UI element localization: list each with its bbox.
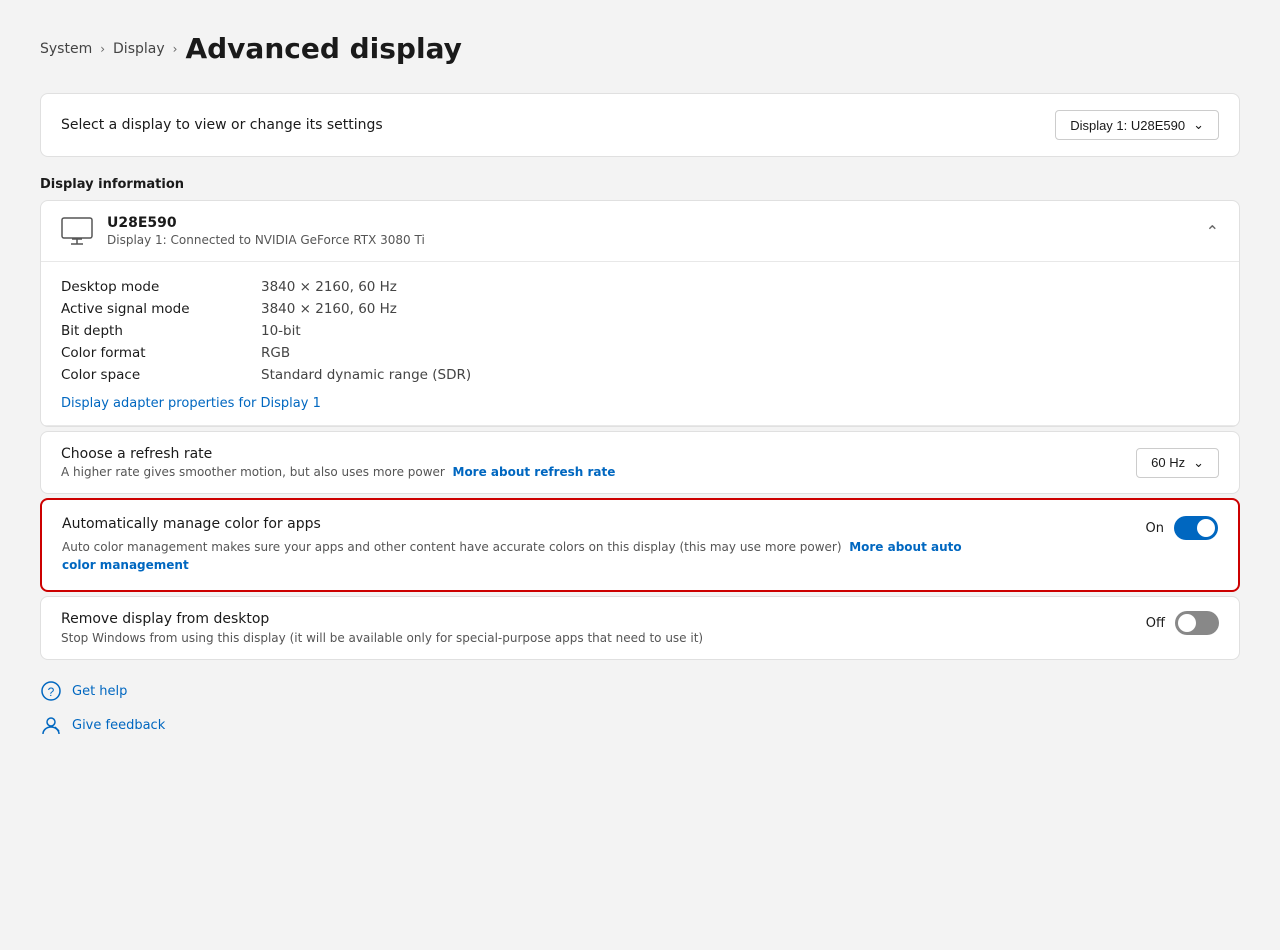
refresh-rate-title: Choose a refresh rate: [61, 446, 615, 462]
detail-row-color-format: Color format RGB: [61, 342, 1219, 364]
breadcrumb: System › Display › Advanced display: [40, 32, 1240, 65]
remove-display-left: Remove display from desktop Stop Windows…: [61, 611, 703, 645]
display-header: U28E590 Display 1: Connected to NVIDIA G…: [41, 201, 1239, 262]
breadcrumb-chevron2: ›: [173, 42, 178, 56]
color-management-card: Automatically manage color for apps Auto…: [40, 498, 1240, 592]
display-selector-card: Select a display to view or change its s…: [40, 93, 1240, 157]
color-management-desc: Auto color management makes sure your ap…: [62, 538, 962, 574]
detail-value-desktop-mode: 3840 × 2160, 60 Hz: [261, 279, 397, 295]
collapse-chevron-icon[interactable]: ⌃: [1206, 222, 1219, 241]
color-management-desc-text: Auto color management makes sure your ap…: [62, 540, 842, 554]
toggle-slider-off: [1175, 611, 1219, 635]
detail-row-bit-depth: Bit depth 10-bit: [61, 320, 1219, 342]
color-management-toggle-wrap: On: [1146, 516, 1218, 540]
display-selector-dropdown[interactable]: Display 1: U28E590 ⌄: [1055, 110, 1219, 140]
detail-row-signal-mode: Active signal mode 3840 × 2160, 60 Hz: [61, 298, 1219, 320]
refresh-rate-desc: A higher rate gives smoother motion, but…: [61, 465, 615, 479]
give-feedback-label: Give feedback: [72, 718, 165, 733]
display-subtitle: Display 1: Connected to NVIDIA GeForce R…: [107, 233, 425, 247]
detail-row-desktop-mode: Desktop mode 3840 × 2160, 60 Hz: [61, 276, 1219, 298]
get-help-label: Get help: [72, 684, 127, 699]
color-management-left: Automatically manage color for apps Auto…: [62, 516, 962, 574]
selector-label: Select a display to view or change its s…: [61, 117, 383, 133]
detail-value-color-space: Standard dynamic range (SDR): [261, 367, 471, 383]
detail-label-signal-mode: Active signal mode: [61, 301, 221, 317]
remove-display-toggle[interactable]: [1175, 611, 1219, 635]
display-name-group: U28E590 Display 1: Connected to NVIDIA G…: [107, 215, 425, 247]
detail-label-bit-depth: Bit depth: [61, 323, 221, 339]
detail-value-color-format: RGB: [261, 345, 290, 361]
color-management-toggle[interactable]: [1174, 516, 1218, 540]
monitor-icon: [61, 217, 93, 245]
footer-links: ? Get help Give feedback: [40, 680, 1240, 736]
display-info-card: U28E590 Display 1: Connected to NVIDIA G…: [40, 200, 1240, 427]
detail-value-signal-mode: 3840 × 2160, 60 Hz: [261, 301, 397, 317]
refresh-rate-link[interactable]: More about refresh rate: [453, 465, 616, 479]
page-title: Advanced display: [185, 32, 461, 65]
breadcrumb-display[interactable]: Display: [113, 41, 165, 57]
toggle-knob: [1197, 519, 1215, 537]
remove-display-desc: Stop Windows from using this display (it…: [61, 631, 703, 645]
detail-value-bit-depth: 10-bit: [261, 323, 301, 339]
remove-display-toggle-label: Off: [1146, 616, 1165, 631]
toggle-knob-off: [1178, 614, 1196, 632]
display-details: Desktop mode 3840 × 2160, 60 Hz Active s…: [41, 262, 1239, 426]
svg-text:?: ?: [48, 685, 55, 699]
adapter-properties-link[interactable]: Display adapter properties for Display 1: [61, 396, 321, 411]
refresh-rate-dropdown[interactable]: 60 Hz ⌄: [1136, 448, 1219, 478]
display-info-heading: Display information: [40, 177, 1240, 192]
give-feedback-link[interactable]: Give feedback: [40, 714, 1240, 736]
give-feedback-icon: [40, 714, 62, 736]
dropdown-chevron-icon: ⌄: [1193, 117, 1204, 133]
color-management-toggle-label: On: [1146, 521, 1164, 536]
refresh-rate-desc-text: A higher rate gives smoother motion, but…: [61, 465, 445, 479]
refresh-rate-value: 60 Hz: [1151, 455, 1185, 470]
refresh-rate-left: Choose a refresh rate A higher rate give…: [61, 446, 615, 479]
breadcrumb-system[interactable]: System: [40, 41, 92, 57]
detail-label-desktop-mode: Desktop mode: [61, 279, 221, 295]
remove-display-title: Remove display from desktop: [61, 611, 703, 627]
get-help-icon: ?: [40, 680, 62, 702]
display-name: U28E590: [107, 215, 425, 231]
toggle-slider-on: [1174, 516, 1218, 540]
remove-display-card: Remove display from desktop Stop Windows…: [40, 596, 1240, 660]
refresh-rate-card: Choose a refresh rate A higher rate give…: [40, 431, 1240, 494]
remove-display-toggle-wrap: Off: [1146, 611, 1219, 635]
detail-label-color-space: Color space: [61, 367, 221, 383]
get-help-link[interactable]: ? Get help: [40, 680, 1240, 702]
detail-row-color-space: Color space Standard dynamic range (SDR): [61, 364, 1219, 386]
breadcrumb-chevron1: ›: [100, 42, 105, 56]
display-selector-value: Display 1: U28E590: [1070, 118, 1185, 133]
display-header-left: U28E590 Display 1: Connected to NVIDIA G…: [61, 215, 425, 247]
detail-label-color-format: Color format: [61, 345, 221, 361]
color-management-title: Automatically manage color for apps: [62, 516, 962, 532]
refresh-rate-chevron-icon: ⌄: [1193, 455, 1204, 471]
